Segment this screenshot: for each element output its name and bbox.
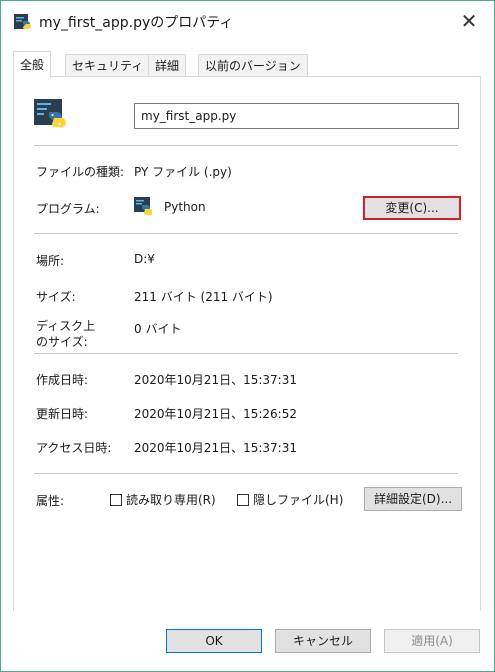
- size-value: 211 バイト (211 バイト): [134, 290, 273, 304]
- python-file-icon: [14, 14, 31, 30]
- close-icon[interactable]: ✕: [458, 10, 480, 32]
- size-label: サイズ:: [36, 290, 76, 304]
- tab-general[interactable]: 全般: [13, 51, 52, 78]
- disk-size-label-line1: ディスク上: [36, 319, 96, 333]
- checkbox-box[interactable]: [237, 493, 249, 506]
- created-label: 作成日時:: [36, 373, 89, 387]
- readonly-label: 読み取り専用(R): [126, 493, 216, 507]
- tab-security[interactable]: セキュリティ: [65, 54, 151, 77]
- properties-window: my_first_app.pyのプロパティ ✕ 全般 セキュリティ 詳細 以前の…: [0, 0, 495, 672]
- location-value: D:¥: [134, 252, 155, 266]
- cancel-button[interactable]: キャンセル: [275, 629, 371, 653]
- tab-previous-versions[interactable]: 以前のバージョン: [198, 54, 308, 77]
- checkbox-box[interactable]: [110, 493, 122, 506]
- general-panel: ファイルの種類: PY ファイル (.py) プログラム: Python 変更(…: [13, 76, 481, 612]
- accessed-label: アクセス日時:: [36, 441, 112, 455]
- title-bar: my_first_app.pyのプロパティ ✕: [1, 1, 494, 41]
- python-logo-icon: [134, 197, 152, 215]
- created-value: 2020年10月21日、15:37:31: [134, 373, 297, 387]
- divider: [34, 353, 458, 354]
- hidden-label: 隠しファイル(H): [253, 493, 344, 507]
- change-program-button[interactable]: 変更(C)...: [363, 196, 461, 220]
- tab-bar: 全般 セキュリティ 詳細 以前のバージョン: [13, 51, 483, 78]
- file-type-value: PY ファイル (.py): [134, 165, 232, 179]
- disk-size-value: 0 バイト: [134, 322, 182, 336]
- accessed-value: 2020年10月21日、15:37:31: [134, 441, 297, 455]
- location-label: 場所:: [36, 254, 65, 268]
- divider: [34, 473, 458, 474]
- advanced-button[interactable]: 詳細設定(D)...: [364, 487, 462, 511]
- modified-label: 更新日時:: [36, 407, 89, 421]
- program-value: Python: [164, 200, 206, 214]
- filename-input[interactable]: [134, 103, 459, 129]
- hidden-checkbox[interactable]: 隠しファイル(H): [237, 491, 343, 508]
- python-file-icon: [34, 99, 66, 128]
- divider: [34, 233, 458, 234]
- readonly-checkbox[interactable]: 読み取り専用(R): [110, 491, 216, 508]
- file-type-label: ファイルの種類:: [36, 165, 125, 179]
- window-title: my_first_app.pyのプロパティ: [39, 15, 234, 31]
- modified-value: 2020年10月21日、15:26:52: [134, 407, 297, 421]
- tab-details[interactable]: 詳細: [148, 54, 187, 77]
- attributes-label: 属性:: [36, 494, 65, 508]
- program-label: プログラム:: [36, 202, 100, 216]
- divider: [34, 145, 458, 146]
- ok-button[interactable]: OK: [166, 629, 262, 653]
- dialog-footer: OK キャンセル 適用(A): [1, 611, 494, 671]
- disk-size-label-line2: のサイズ:: [36, 335, 88, 349]
- apply-button[interactable]: 適用(A): [384, 629, 480, 653]
